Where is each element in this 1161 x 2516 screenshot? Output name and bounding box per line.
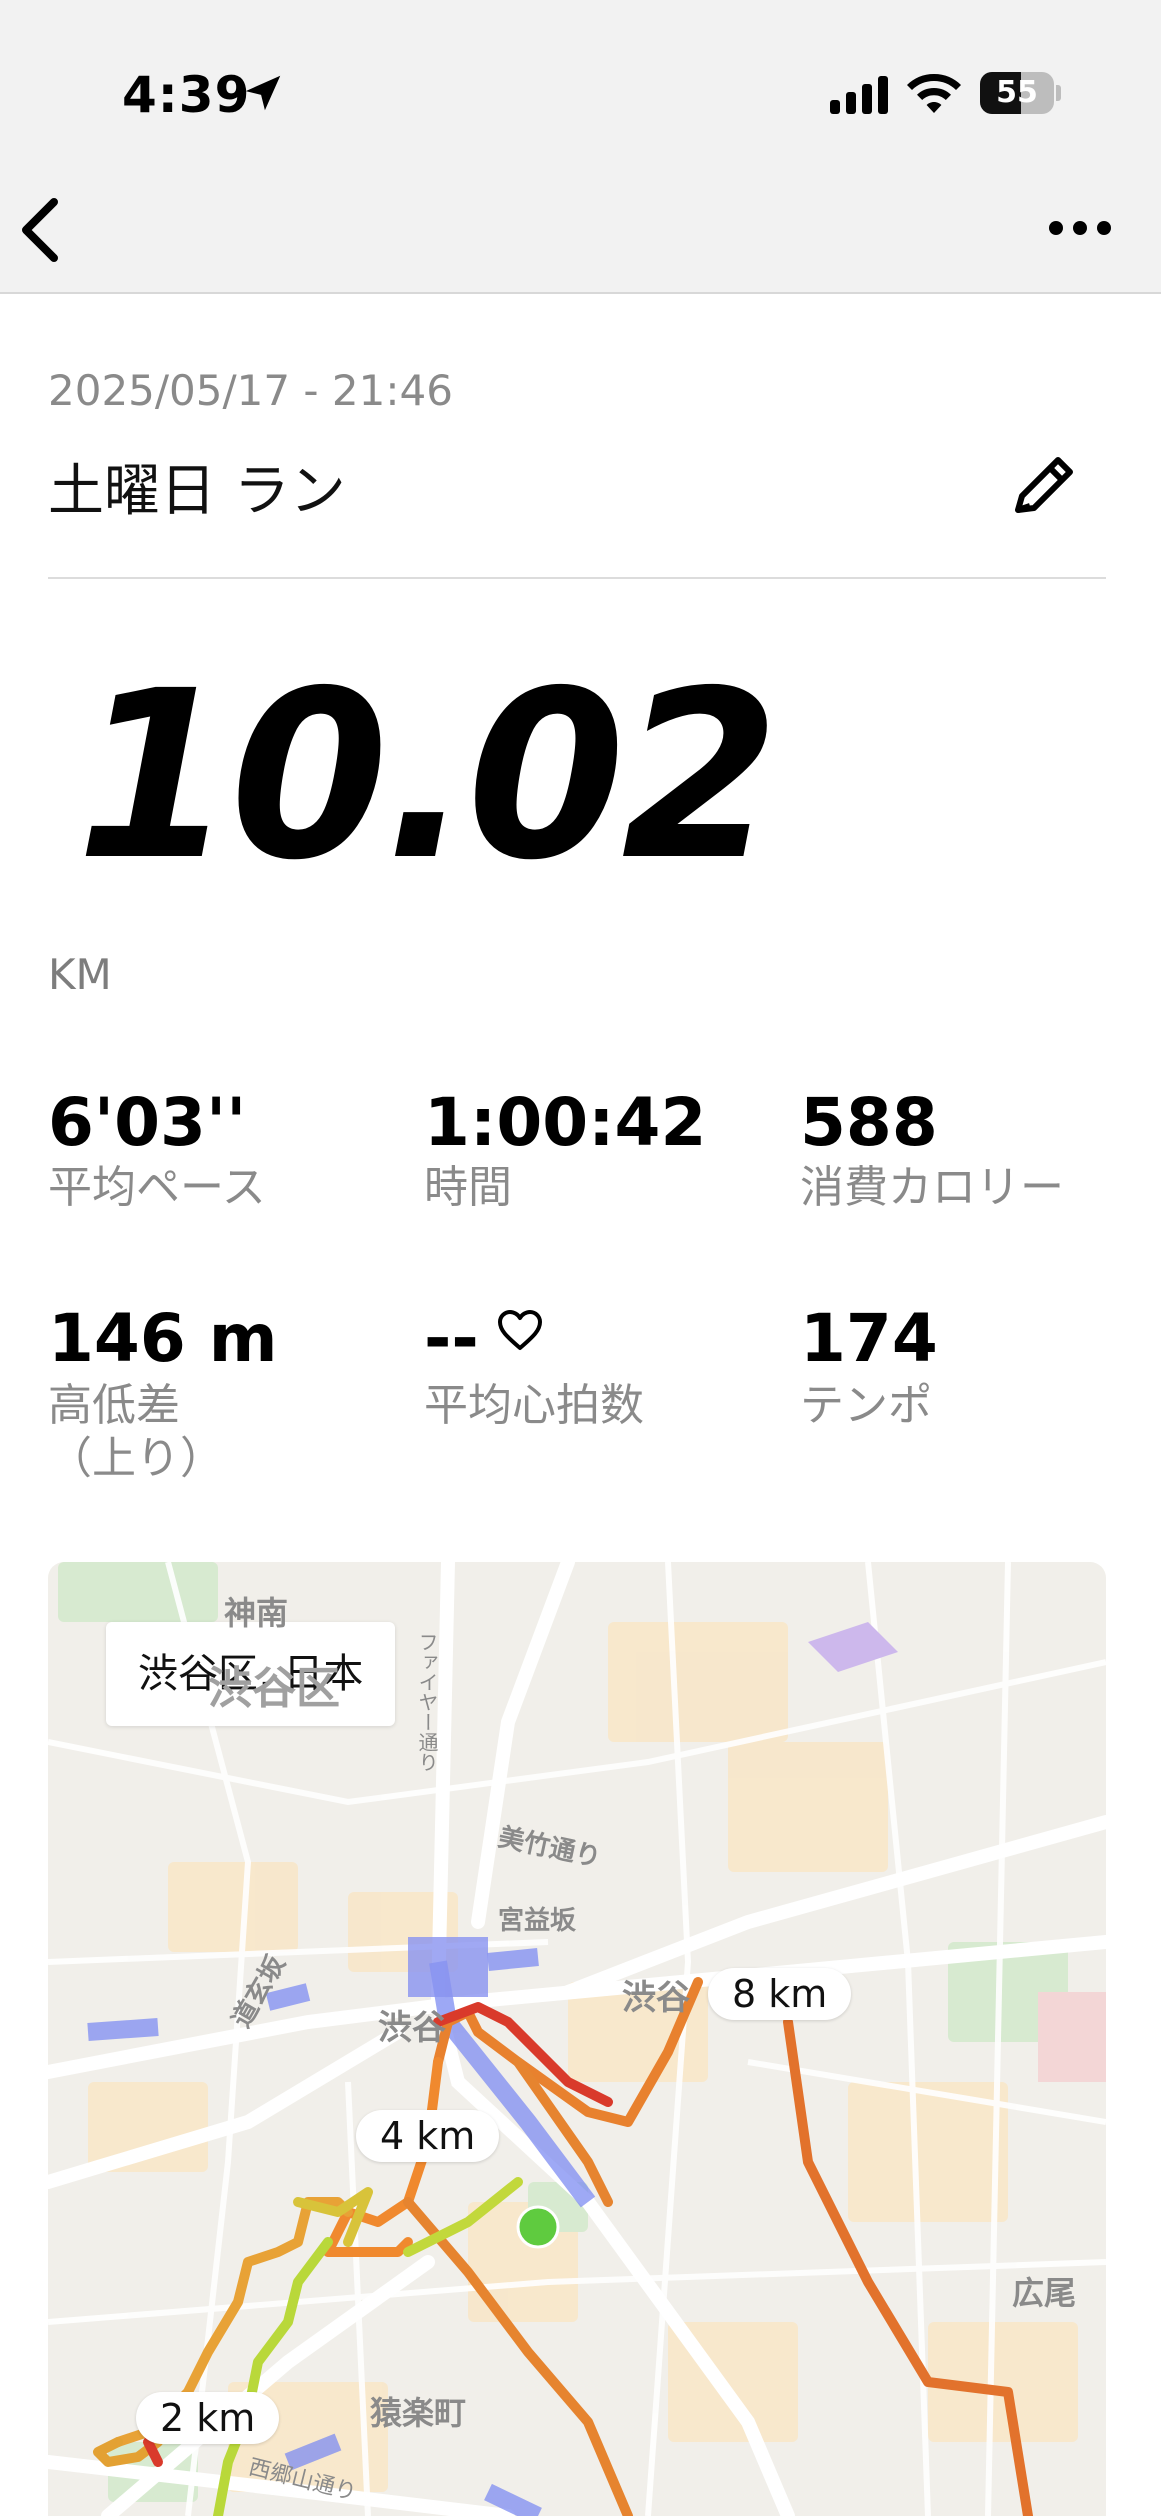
duration-label: 時間	[424, 1162, 512, 1213]
duration-value: 1:00:42	[424, 1084, 707, 1161]
elevation-label: 高低差 （上り）	[48, 1380, 224, 1484]
calories-label: 消費カロリー	[800, 1162, 1064, 1213]
place-sarugakucho: 猿楽町	[370, 2394, 467, 2432]
distance-unit: KM	[48, 950, 112, 999]
more-options-button[interactable]	[1040, 200, 1120, 260]
heart-rate-label: 平均心拍数	[424, 1380, 644, 1431]
heart-rate-value: --	[424, 1300, 479, 1377]
avg-pace-label: 平均ペース	[48, 1162, 266, 1213]
battery-icon: 55	[980, 72, 1061, 114]
cadence-label: テンポ	[800, 1380, 932, 1431]
distance-value: 10.02	[76, 641, 779, 911]
place-hiroo: 広尾	[1012, 2274, 1077, 2312]
top-bar: 4:39 55	[0, 0, 1161, 294]
route-map[interactable]: 渋谷区, 日本 8 km 4 km 2 km 神南 渋谷区 ファイヤー通り 美竹…	[48, 1562, 1106, 2516]
location-arrow-icon	[245, 75, 281, 111]
back-button[interactable]	[10, 190, 70, 270]
heart-icon	[498, 1310, 542, 1350]
calories-value: 588	[800, 1084, 938, 1161]
place-miyamasuzaka: 宮益坂	[498, 1906, 577, 1936]
start-point-marker	[516, 2205, 560, 2249]
place-fire-street: ファイヤー通り	[415, 1632, 439, 1772]
cadence-value: 174	[800, 1300, 938, 1377]
status-time: 4:39	[122, 66, 251, 124]
place-shibuya: 渋谷	[622, 1978, 690, 2018]
place-shibuya-station: 渋谷	[378, 2008, 446, 2048]
km-marker-8: 8 km	[708, 1968, 852, 2020]
place-jinnan: 神南	[224, 1594, 289, 1632]
activity-title: 土曜日 ラン	[48, 459, 346, 524]
km-marker-4: 4 km	[356, 2110, 500, 2162]
activity-date: 2025/05/17 - 21:46	[48, 366, 453, 415]
pencil-icon[interactable]	[1006, 448, 1082, 524]
avg-pace-value: 6'03''	[48, 1084, 247, 1161]
divider	[48, 577, 1106, 579]
battery-percent: 55	[996, 75, 1038, 110]
km-marker-2: 2 km	[136, 2392, 280, 2444]
signal-icon	[830, 76, 888, 114]
place-shibuya-ku: 渋谷区	[208, 1663, 340, 1714]
wifi-icon	[907, 74, 961, 113]
elevation-value: 146 m	[48, 1300, 278, 1377]
